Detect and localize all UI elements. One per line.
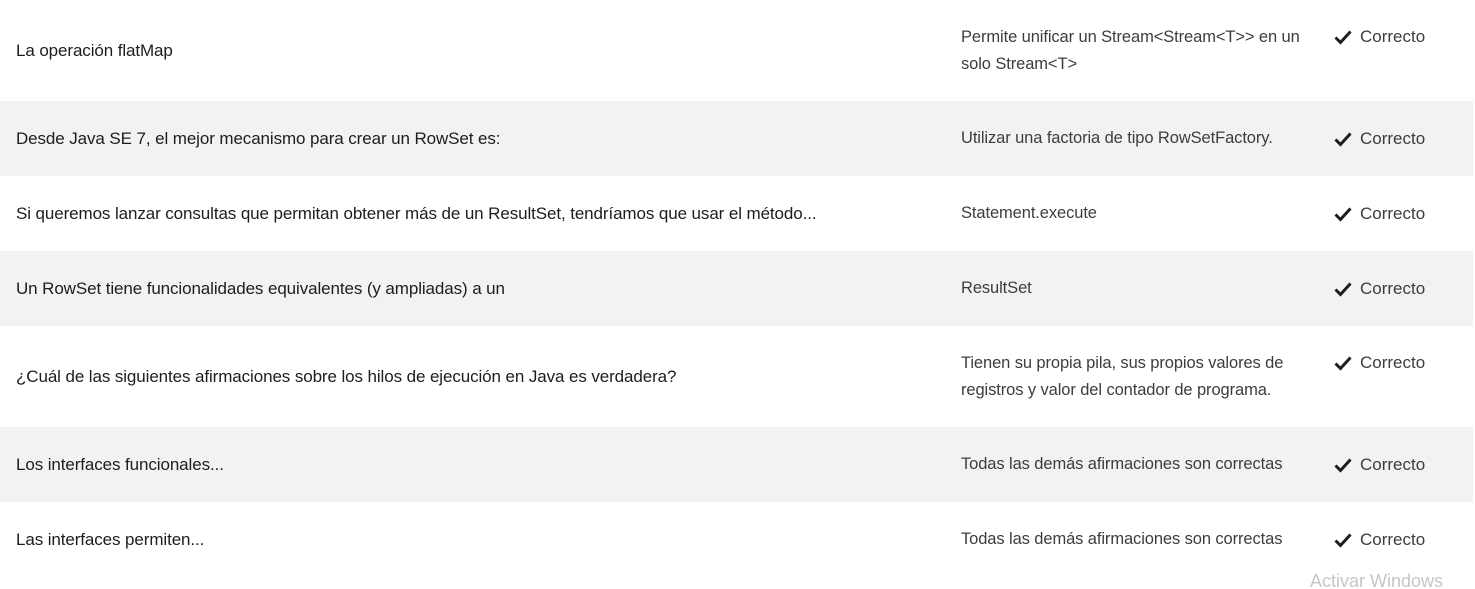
check-icon [1334, 532, 1352, 548]
answer-text: ResultSet [961, 279, 1032, 297]
status-label: Correcto [1360, 128, 1426, 148]
check-icon [1334, 356, 1352, 371]
table-row: Las interfaces permiten... Todas las dem… [0, 502, 1473, 577]
question-text: Los interfaces funcionales... [16, 454, 224, 474]
answer-text: Statement.execute [961, 204, 1097, 222]
status-label: Correcto [1360, 278, 1426, 298]
table-row: La operación flatMap Permite unificar un… [0, 0, 1473, 101]
check-icon [1334, 281, 1352, 297]
status-cell: Correcto [1333, 279, 1473, 299]
table-row: Desde Java SE 7, el mejor mecanismo para… [0, 101, 1473, 176]
answer-text: Permite unificar un Stream<Stream<T>> en… [961, 28, 1300, 73]
quiz-results-table: La operación flatMap Permite unificar un… [0, 0, 1473, 577]
status-cell: Correcto [1333, 129, 1473, 149]
question-text: Las interfaces permiten... [16, 529, 205, 549]
table-row: Los interfaces funcionales... Todas las … [0, 427, 1473, 502]
status-cell: Correcto [1333, 204, 1473, 224]
status-cell: Correcto [1333, 326, 1473, 373]
table-row: Si queremos lanzar consultas que permita… [0, 176, 1473, 251]
check-icon [1334, 30, 1352, 45]
windows-activation-watermark: Activar Windows [1310, 571, 1444, 589]
question-text: La operación flatMap [16, 40, 173, 60]
status-cell: Correcto [1333, 0, 1473, 47]
check-icon [1334, 457, 1352, 473]
status-label: Correcto [1360, 529, 1426, 549]
answer-text: Utilizar una factoria de tipo RowSetFact… [961, 129, 1273, 147]
table-row: Un RowSet tiene funcionalidades equivale… [0, 251, 1473, 326]
status-cell: Correcto [1333, 455, 1473, 475]
question-text: Un RowSet tiene funcionalidades equivale… [16, 278, 505, 298]
check-icon [1334, 206, 1352, 222]
answer-text: Todas las demás afirmaciones son correct… [961, 530, 1283, 548]
table-row: ¿Cuál de las siguientes afirmaciones sob… [0, 326, 1473, 427]
status-label: Correcto [1360, 353, 1426, 372]
question-text: Desde Java SE 7, el mejor mecanismo para… [16, 128, 501, 148]
status-cell: Correcto [1333, 530, 1473, 550]
status-label: Correcto [1360, 203, 1426, 223]
question-text: ¿Cuál de las siguientes afirmaciones sob… [16, 366, 677, 386]
quiz-results-page: La operación flatMap Permite unificar un… [0, 0, 1475, 589]
answer-text: Todas las demás afirmaciones son correct… [961, 455, 1283, 473]
answer-text: Tienen su propia pila, sus propios valor… [961, 354, 1284, 399]
status-label: Correcto [1360, 27, 1426, 46]
question-text: Si queremos lanzar consultas que permita… [16, 203, 817, 223]
status-label: Correcto [1360, 454, 1426, 474]
check-icon [1334, 131, 1352, 147]
